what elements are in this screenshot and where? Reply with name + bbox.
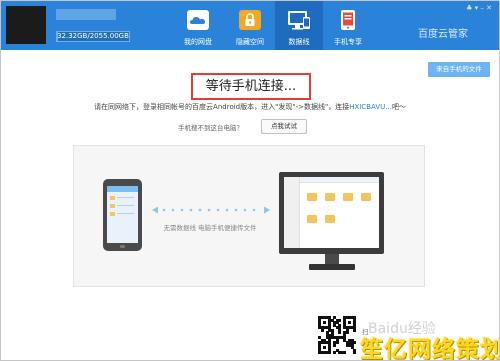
tab-label: 手机专享 xyxy=(334,38,362,46)
tab-label: 隐藏空间 xyxy=(236,38,264,46)
monitor-illustration xyxy=(279,172,384,254)
folder-icon xyxy=(110,204,115,208)
title-bar: 32.32GB/2055.00GB 我的网盘 隐藏空间 数据线 手机专享 ♣ ▾… xyxy=(0,0,500,50)
qr-module xyxy=(343,351,347,355)
home-button-icon xyxy=(120,245,125,248)
storage-bar: 32.32GB/2055.00GB xyxy=(56,31,130,42)
tab-hidden-space[interactable]: 隐藏空间 xyxy=(226,0,274,50)
qr-module xyxy=(323,321,327,325)
watermark-text: 笙亿网络策划 xyxy=(360,337,500,361)
tab-label: 我的网盘 xyxy=(184,38,212,46)
storage-text: 32.32GB/2055.00GB xyxy=(57,32,129,40)
connection-code: HXICBAVU... xyxy=(349,103,392,111)
username-blurred xyxy=(56,9,116,20)
window-controls[interactable]: ♣ ▾ – ✕ xyxy=(466,4,492,12)
folder-icon xyxy=(325,193,335,201)
folder-icon xyxy=(110,212,115,216)
folder-icon xyxy=(110,196,115,200)
tab-mobile-exclusive[interactable]: 手机专享 xyxy=(324,0,372,50)
waiting-title: 等待手机连接... xyxy=(205,79,297,94)
tab-label: 数据线 xyxy=(288,38,310,46)
instruction-suffix: 吧～ xyxy=(391,103,406,111)
tab-my-drive[interactable]: 我的网盘 xyxy=(174,0,222,50)
retry-button[interactable]: 点我试试 xyxy=(261,119,307,134)
brand-text: 百度云管家 xyxy=(418,29,468,40)
connection-instruction: 请在同网络下，登录相同帐号的百度云Android版本，进入"发现"->数据线"，… xyxy=(0,102,500,112)
files-from-phone-button[interactable]: 来自手机的文件 xyxy=(428,62,490,77)
monitor-phone-icon xyxy=(288,11,310,30)
folder-icon xyxy=(343,193,353,201)
qr-module xyxy=(328,351,332,355)
folder-icon xyxy=(361,193,371,201)
monitor-screen xyxy=(284,177,379,248)
watermark: Baidu经验 笙亿网络策划 xyxy=(360,318,500,361)
qr-module xyxy=(353,351,357,355)
qr-module xyxy=(348,321,352,325)
phone-icon xyxy=(341,10,355,30)
illustration-caption: 无需数据线 电脑手机便捷传文件 xyxy=(163,224,257,232)
qr-module xyxy=(333,351,337,355)
qr-module xyxy=(333,343,337,347)
phone-screen xyxy=(107,186,138,243)
qr-module xyxy=(338,331,342,335)
waiting-highlight-box: 等待手机连接... xyxy=(191,73,311,100)
not-found-prompt: 手机搜不到这台电脑？ xyxy=(178,124,243,132)
folder-icon xyxy=(307,215,317,223)
lock-icon xyxy=(239,10,261,30)
brand-logo: 百度云管家 xyxy=(418,25,468,40)
folder-icon xyxy=(307,193,317,201)
avatar[interactable] xyxy=(6,6,46,44)
cloud-icon xyxy=(187,10,209,30)
qr-code xyxy=(318,316,357,355)
folder-icon xyxy=(325,215,335,223)
qr-module xyxy=(323,346,327,350)
monitor-stand xyxy=(325,254,339,264)
transfer-arrows-icon xyxy=(152,206,270,214)
phone-illustration xyxy=(103,179,142,251)
instruction-prefix: 请在同网络下，登录相同帐号的百度云Android版本，进入"发现"->数据线"，… xyxy=(94,103,350,111)
tab-data-cable[interactable]: 数据线 xyxy=(275,0,323,50)
qr-module xyxy=(320,328,324,332)
qr-module xyxy=(353,328,357,332)
monitor-base xyxy=(309,264,355,270)
